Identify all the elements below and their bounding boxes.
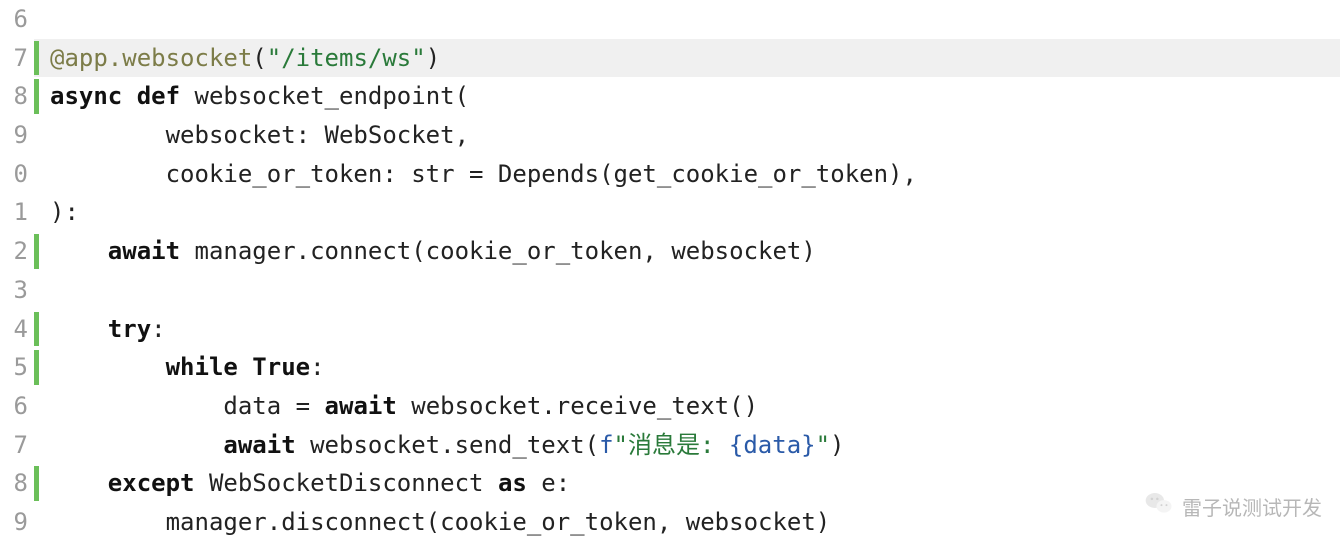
code-token: await (223, 431, 295, 459)
code-line[interactable]: await websocket.send_text(f"消息是: {data}"… (34, 426, 1340, 465)
line-number: 1 (0, 193, 28, 232)
code-token: WebSocketDisconnect (195, 469, 498, 497)
line-number-gutter: 67890123456789 (0, 0, 34, 542)
code-token: "消息是: (614, 431, 729, 459)
code-token: cookie_or_token: str = Depends(get_cooki… (50, 160, 917, 188)
code-token: True (252, 353, 310, 381)
code-token (50, 315, 108, 343)
code-line-content: except WebSocketDisconnect as e: (50, 469, 570, 497)
code-line-content: websocket: WebSocket, (50, 121, 469, 149)
change-marker (34, 312, 39, 347)
code-line[interactable]: await manager.connect(cookie_or_token, w… (34, 232, 1340, 271)
code-editor: 67890123456789 @app.websocket("/items/ws… (0, 0, 1340, 542)
code-token: data = (50, 392, 325, 420)
code-token: @app.websocket (50, 44, 252, 72)
code-line-content: await websocket.send_text(f"消息是: {data}"… (50, 431, 845, 459)
code-line[interactable]: async def websocket_endpoint( (34, 77, 1340, 116)
line-number: 2 (0, 232, 28, 271)
code-token: ( (252, 44, 266, 72)
code-token: websocket.receive_text() (397, 392, 758, 420)
code-token: async def (50, 82, 195, 110)
code-token: await (108, 237, 180, 265)
line-number: 9 (0, 116, 28, 155)
code-token: await (325, 392, 397, 420)
code-line-content: data = await websocket.receive_text() (50, 392, 758, 420)
code-token: f (599, 431, 613, 459)
code-token: : (151, 315, 165, 343)
line-number: 5 (0, 348, 28, 387)
code-token: ) (830, 431, 844, 459)
code-token: except (108, 469, 195, 497)
code-token: ( (455, 82, 469, 110)
line-number: 8 (0, 464, 28, 503)
code-token: manager.connect(cookie_or_token, websock… (180, 237, 816, 265)
code-token (50, 353, 166, 381)
code-line-content: cookie_or_token: str = Depends(get_cooki… (50, 160, 917, 188)
code-token: while (166, 353, 253, 381)
code-token: e: (527, 469, 570, 497)
code-line[interactable]: manager.disconnect(cookie_or_token, webs… (34, 503, 1340, 542)
code-line[interactable] (34, 0, 1340, 39)
code-line-content: manager.disconnect(cookie_or_token, webs… (50, 508, 830, 536)
code-line-content: @app.websocket("/items/ws") (50, 44, 440, 72)
code-token: ): (50, 198, 79, 226)
code-line-content: async def websocket_endpoint( (50, 82, 469, 110)
code-line[interactable]: except WebSocketDisconnect as e: (34, 464, 1340, 503)
code-line[interactable]: @app.websocket("/items/ws") (34, 39, 1340, 78)
code-line-content: while True: (50, 353, 325, 381)
code-token: try (108, 315, 151, 343)
code-token (50, 469, 108, 497)
code-token: "/items/ws" (267, 44, 426, 72)
code-line[interactable] (34, 271, 1340, 310)
code-token: " (816, 431, 830, 459)
code-area[interactable]: @app.websocket("/items/ws")async def web… (34, 0, 1340, 542)
code-line[interactable]: data = await websocket.receive_text() (34, 387, 1340, 426)
code-line-content: try: (50, 315, 166, 343)
line-number: 7 (0, 426, 28, 465)
change-marker (34, 466, 39, 501)
code-line[interactable]: while True: (34, 348, 1340, 387)
change-marker (34, 350, 39, 385)
code-line[interactable]: try: (34, 310, 1340, 349)
code-token: websocket: WebSocket, (50, 121, 469, 149)
code-token: { (729, 431, 743, 459)
line-number: 3 (0, 271, 28, 310)
line-number: 9 (0, 503, 28, 542)
change-marker (34, 41, 39, 76)
line-number: 6 (0, 0, 28, 39)
code-token (50, 431, 223, 459)
code-token: data (743, 431, 801, 459)
line-number: 7 (0, 39, 28, 78)
code-token: ) (426, 44, 440, 72)
line-number: 4 (0, 310, 28, 349)
line-number: 8 (0, 77, 28, 116)
code-token: websocket_endpoint (195, 82, 455, 110)
change-marker (34, 234, 39, 269)
code-line[interactable]: websocket: WebSocket, (34, 116, 1340, 155)
line-number: 6 (0, 387, 28, 426)
code-token: } (801, 431, 815, 459)
change-marker (34, 79, 39, 114)
code-token (50, 237, 108, 265)
code-line[interactable]: cookie_or_token: str = Depends(get_cooki… (34, 155, 1340, 194)
line-number: 0 (0, 155, 28, 194)
code-line-content: await manager.connect(cookie_or_token, w… (50, 237, 816, 265)
code-token: as (498, 469, 527, 497)
code-token: manager.disconnect(cookie_or_token, webs… (50, 508, 830, 536)
code-token: : (310, 353, 324, 381)
code-line-content: ): (50, 198, 79, 226)
code-line[interactable]: ): (34, 193, 1340, 232)
code-token: websocket.send_text( (296, 431, 599, 459)
